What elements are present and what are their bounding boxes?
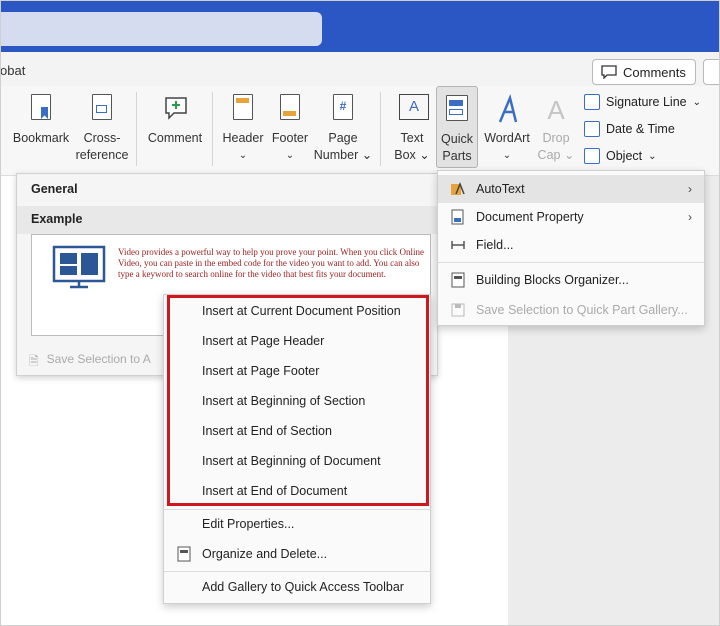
chevron-down-icon: ⌄ bbox=[502, 150, 512, 161]
date-time-button[interactable]: Date & Time bbox=[584, 121, 675, 137]
text-box-label-2: Box ⌄ bbox=[394, 148, 430, 162]
chevron-down-icon: ⌄ bbox=[238, 150, 248, 161]
quick-parts-button[interactable]: Quick Parts ⌄ bbox=[436, 86, 478, 180]
new-comment-icon bbox=[162, 94, 188, 126]
text-box-label-1: Text bbox=[400, 131, 424, 145]
autotext-icon bbox=[450, 181, 466, 197]
quick-parts-icon bbox=[444, 95, 470, 127]
page-number-label-1: Page bbox=[328, 131, 358, 145]
bookmark-icon bbox=[28, 94, 54, 126]
save-icon: 🗎 bbox=[29, 354, 39, 368]
cross-reference-button[interactable]: Cross- reference bbox=[74, 86, 130, 164]
ribbon-divider bbox=[380, 92, 381, 166]
header-label: Header bbox=[222, 131, 264, 145]
video-call-icon bbox=[52, 245, 106, 289]
cross-reference-icon bbox=[89, 94, 115, 126]
menu-item-field[interactable]: Field... bbox=[438, 231, 704, 259]
edit-properties-label: Edit Properties... bbox=[202, 517, 295, 531]
date-time-label: Date & Time bbox=[606, 122, 675, 136]
menu-separator bbox=[438, 262, 704, 263]
field-icon bbox=[450, 237, 466, 253]
header-icon bbox=[230, 94, 256, 126]
save-selection-label: Save Selection to A bbox=[46, 352, 151, 366]
comment-button[interactable]: Comment bbox=[144, 86, 206, 147]
wordart-label: WordArt bbox=[484, 131, 530, 145]
highlight-box bbox=[167, 295, 429, 506]
menu-item-autotext[interactable]: AutoText › bbox=[438, 175, 704, 203]
chevron-down-icon: ⌄ bbox=[285, 150, 295, 161]
menu-item-save-selection[interactable]: Save Selection to Quick Part Gallery... bbox=[438, 296, 704, 324]
menu-item-building-blocks[interactable]: Building Blocks Organizer... bbox=[438, 266, 704, 294]
calendar-icon bbox=[584, 121, 600, 137]
drop-cap-label-1: Drop bbox=[542, 131, 570, 145]
chevron-down-icon: ⌄ bbox=[692, 96, 702, 108]
ribbon-divider bbox=[212, 92, 213, 166]
wordart-button[interactable]: WordArt ⌄ bbox=[480, 86, 534, 164]
signature-icon bbox=[584, 94, 600, 110]
header-button[interactable]: Header ⌄ bbox=[218, 86, 268, 164]
menu-item-document-property[interactable]: Document Property › bbox=[438, 203, 704, 231]
drop-cap-label-2: Cap ⌄ bbox=[537, 148, 575, 162]
object-icon bbox=[584, 148, 600, 164]
quick-parts-menu: AutoText › Document Property › Field... … bbox=[437, 170, 705, 326]
drop-cap-button[interactable]: A Drop Cap ⌄ bbox=[536, 86, 576, 164]
menu-separator bbox=[164, 571, 430, 572]
bookmark-label: Bookmark bbox=[12, 131, 70, 145]
search-box[interactable] bbox=[0, 12, 322, 46]
bookmark-button[interactable]: Bookmark bbox=[8, 86, 74, 147]
text-box-button[interactable]: A Text Box ⌄ bbox=[390, 86, 434, 164]
save-selection-gallery-label: Save Selection to Quick Part Gallery... bbox=[476, 303, 688, 317]
building-blocks-label: Building Blocks Organizer... bbox=[476, 273, 629, 287]
tab-acrobat[interactable]: obat bbox=[0, 63, 25, 78]
ribbon-divider bbox=[136, 92, 137, 166]
comments-button[interactable]: Comments bbox=[592, 59, 696, 85]
comment-icon bbox=[601, 65, 617, 79]
example-text: Video provides a powerful way to help yo… bbox=[118, 247, 424, 279]
building-blocks-icon bbox=[450, 272, 466, 288]
menu-item-add-gallery-qat[interactable]: Add Gallery to Quick Access Toolbar bbox=[164, 573, 430, 601]
footer-label: Footer bbox=[271, 131, 309, 145]
wordart-icon bbox=[494, 94, 520, 126]
organize-icon bbox=[176, 546, 192, 565]
field-label: Field... bbox=[476, 238, 514, 252]
organize-delete-label: Organize and Delete... bbox=[202, 547, 328, 561]
drop-cap-icon: A bbox=[547, 95, 565, 125]
chevron-right-icon: › bbox=[688, 182, 692, 196]
signature-line-button[interactable]: Signature Line ⌄ bbox=[584, 94, 701, 110]
title-bar bbox=[0, 0, 720, 52]
footer-icon bbox=[277, 94, 303, 126]
editing-button[interactable] bbox=[703, 59, 720, 85]
document-property-label: Document Property bbox=[476, 210, 584, 224]
ribbon-insert: Bookmark Cross- reference Comment Header… bbox=[0, 86, 720, 180]
save-icon bbox=[450, 302, 466, 318]
cross-reference-label-2: reference bbox=[75, 148, 129, 162]
menu-item-organize-delete[interactable]: Organize and Delete... bbox=[164, 540, 430, 568]
document-property-icon bbox=[450, 209, 466, 225]
footer-button[interactable]: Footer ⌄ bbox=[268, 86, 312, 164]
chevron-right-icon: › bbox=[688, 210, 692, 224]
tab-row: obat Comments bbox=[0, 52, 720, 86]
page-number-icon: # bbox=[330, 94, 356, 126]
object-button[interactable]: Object ⌄ bbox=[584, 148, 657, 164]
add-gallery-label: Add Gallery to Quick Access Toolbar bbox=[202, 580, 404, 594]
menu-item-edit-properties[interactable]: Edit Properties... bbox=[164, 510, 430, 538]
comment-label: Comment bbox=[147, 131, 203, 145]
page-number-label-2: Number ⌄ bbox=[313, 148, 373, 162]
object-label: Object bbox=[606, 149, 643, 163]
text-box-icon: A bbox=[399, 94, 429, 126]
page-number-button[interactable]: # Page Number ⌄ bbox=[312, 86, 374, 164]
save-selection-row: 🗎 Save Selection to A bbox=[29, 352, 151, 373]
chevron-down-icon: ⌄ bbox=[648, 150, 657, 162]
autotext-label: AutoText bbox=[476, 182, 525, 196]
signature-line-label: Signature Line bbox=[606, 95, 687, 109]
gallery-header-example: Example bbox=[17, 206, 437, 234]
comments-label: Comments bbox=[623, 64, 686, 80]
quick-parts-label-1: Quick bbox=[441, 132, 473, 146]
cross-reference-label-1: Cross- bbox=[83, 131, 121, 145]
gallery-header-general: General bbox=[31, 182, 78, 196]
